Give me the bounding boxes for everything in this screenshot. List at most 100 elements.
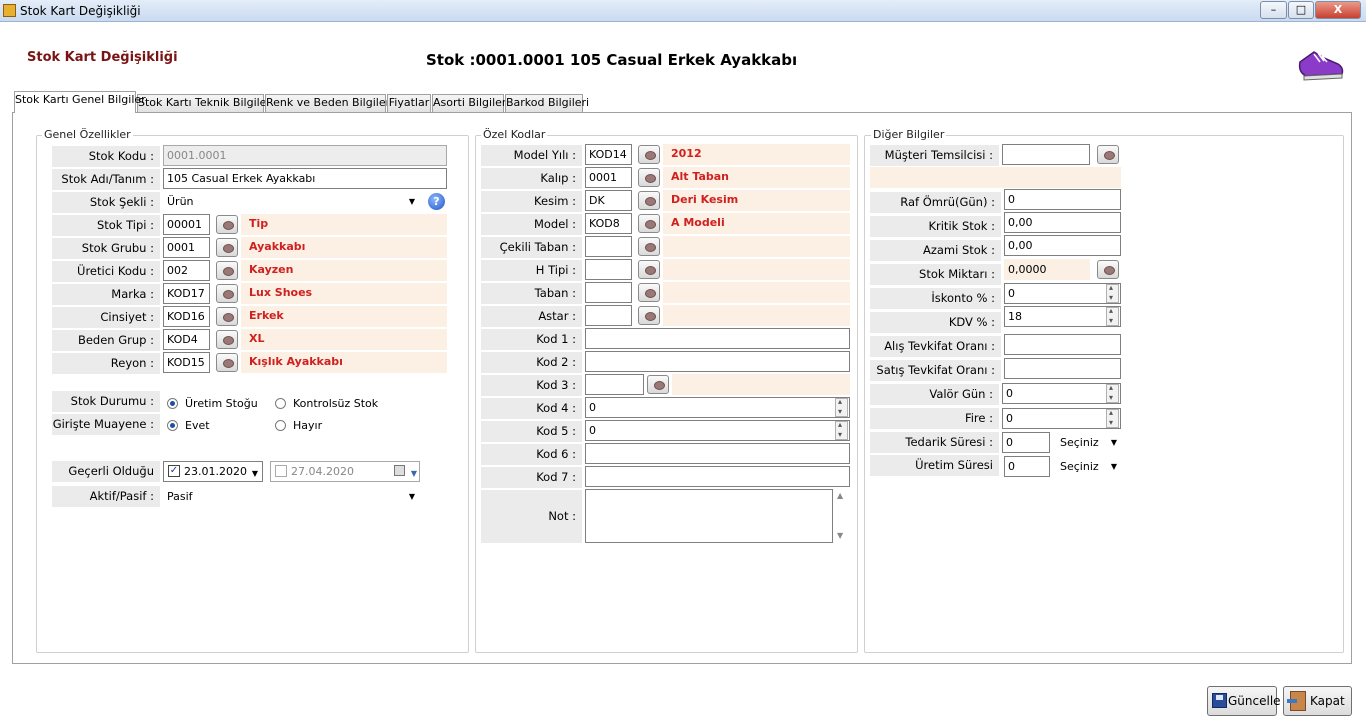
kdv-label: KDV % : [870,312,1001,333]
cinsiyet-code[interactable]: KOD16 [163,306,210,327]
stok-grubu-code[interactable]: 0001 [163,237,210,258]
close-button[interactable]: X [1315,1,1361,19]
uretim-stogu-radio[interactable] [167,398,178,409]
scroll-down-icon[interactable]: ▼ [837,531,843,540]
valor-gun-field[interactable]: 0 [1002,383,1121,404]
stok-miktari-picker-icon[interactable] [1097,260,1119,279]
scroll-up-icon[interactable]: ▲ [837,491,843,500]
astar-picker-icon[interactable] [638,306,660,325]
tedarik-suresi-field[interactable]: 0 [1002,432,1050,453]
kod4-field[interactable]: 0 [585,397,850,418]
taban-picker-icon[interactable] [638,283,660,302]
fire-spinner[interactable] [1106,408,1119,428]
kod2-field[interactable] [585,351,850,372]
stok-grubu-picker-icon[interactable] [216,238,238,257]
tab-asorti[interactable]: Asorti Bilgileri [432,94,509,112]
kalip-code[interactable]: 0001 [585,167,632,188]
reyon-code[interactable]: KOD15 [163,352,210,373]
uretim-suresi-field[interactable]: 0 [1004,456,1050,477]
taban-code[interactable] [585,282,632,303]
kdv-field[interactable]: 18 [1004,306,1121,327]
kalip-picker-icon[interactable] [638,168,660,187]
tab-genel[interactable]: Stok Kartı Genel Bilgiler [14,91,146,113]
not-scrollbar[interactable]: ▲ ▼ [834,489,850,543]
kod7-field[interactable] [585,466,850,487]
hayir-radio[interactable] [275,420,286,431]
stok-sekli-select[interactable]: Ürün ▼ [163,191,421,212]
tab-renk-beden[interactable]: Renk ve Beden Bilgileri [265,94,393,112]
kesim-code[interactable]: DK [585,190,632,211]
date-from-checkbox[interactable]: ✓ [168,465,180,477]
kesim-picker-icon[interactable] [638,191,660,210]
stok-tipi-picker-icon[interactable] [216,215,238,234]
tab-teknik[interactable]: Stok Kartı Teknik Bilgileri [137,94,274,112]
kontrolsuz-stok-radio[interactable] [275,398,286,409]
stok-grubu-label: Stok Grubu : [52,238,160,259]
model-picker-icon[interactable] [638,214,660,233]
satis-tevkifat-field[interactable] [1004,358,1121,379]
date-to-picker[interactable]: 27.04.2020 ▼ [270,461,420,482]
h-tipi-desc [663,259,850,280]
valor-gun-spinner[interactable] [1106,383,1119,403]
stok-tipi-code[interactable]: 00001 [163,214,210,235]
tab-fiyatlar[interactable]: Fiyatlar [387,94,431,112]
uretim-unit-select[interactable]: Seçiniz ▼ [1056,456,1121,477]
tedarik-unit-select[interactable]: Seçiniz ▼ [1056,432,1121,453]
model-yili-picker-icon[interactable] [638,145,660,164]
reyon-picker-icon[interactable] [216,353,238,372]
alis-tevkifat-field[interactable] [1004,334,1121,355]
aktif-pasif-select[interactable]: Pasif ▼ [163,486,421,507]
uretici-kodu-code[interactable]: 002 [163,260,210,281]
kapat-button[interactable]: Kapat [1283,686,1352,716]
maximize-button[interactable]: □ [1288,1,1314,19]
kod4-spinner[interactable] [835,397,848,417]
chevron-down-icon: ▼ [1110,462,1117,471]
calendar-icon[interactable] [394,465,405,476]
not-textarea[interactable] [585,489,833,543]
astar-code[interactable] [585,305,632,326]
kod1-field[interactable] [585,328,850,349]
musteri-temsilcisi-picker-icon[interactable] [1097,145,1119,164]
cinsiyet-picker-icon[interactable] [216,307,238,326]
h-tipi-code[interactable] [585,259,632,280]
evet-radio[interactable] [167,420,178,431]
stok-adi-label: Stok Adı/Tanım : [52,169,160,190]
beden-grup-code[interactable]: KOD4 [163,329,210,350]
kod6-field[interactable] [585,443,850,464]
kod5-field[interactable]: 0 [585,420,850,441]
stok-grubu-desc: Ayakkabı [241,237,447,258]
kdv-spinner[interactable] [1106,306,1119,326]
beden-grup-picker-icon[interactable] [216,330,238,349]
date-to-checkbox[interactable] [275,465,287,477]
musteri-temsilcisi-field[interactable] [1002,144,1090,165]
iskonto-field[interactable]: 0 [1004,283,1121,304]
raf-omru-field[interactable]: 0 [1004,189,1121,210]
model-yili-code[interactable]: KOD14 [585,144,632,165]
minimize-button[interactable]: – [1260,1,1287,19]
tab-barkod[interactable]: Barkod Bilgileri [505,94,589,112]
uretici-kodu-picker-icon[interactable] [216,261,238,280]
azami-stok-field[interactable]: 0,00 [1004,235,1121,256]
stok-kodu-label: Stok Kodu : [52,146,160,167]
cekili-taban-picker-icon[interactable] [638,237,660,256]
guncelle-button[interactable]: Güncelle [1207,686,1281,716]
cekili-taban-code[interactable] [585,236,632,257]
app-icon [3,4,16,17]
exit-door-icon [1287,691,1306,711]
kritik-stok-field[interactable]: 0,00 [1004,212,1121,233]
h-tipi-picker-icon[interactable] [638,260,660,279]
kod3-picker-icon[interactable] [647,375,669,394]
fire-field[interactable]: 0 [1002,408,1121,429]
marka-picker-icon[interactable] [216,284,238,303]
kod3-field[interactable] [585,374,644,395]
kod5-spinner[interactable] [835,420,848,440]
iskonto-spinner[interactable] [1106,283,1119,303]
satis-tevkifat-label: Satış Tevkifat Oranı : [870,360,1001,381]
stok-tipi-label: Stok Tipi : [52,215,160,236]
marka-code[interactable]: KOD17 [163,283,210,304]
date-from-picker[interactable]: ✓ 23.01.2020 ▼ [163,461,263,482]
stok-adi-field[interactable]: 105 Casual Erkek Ayakkabı [163,168,447,189]
help-icon[interactable]: ? [428,193,445,210]
model-code[interactable]: KOD8 [585,213,632,234]
fire-label: Fire : [870,408,999,429]
